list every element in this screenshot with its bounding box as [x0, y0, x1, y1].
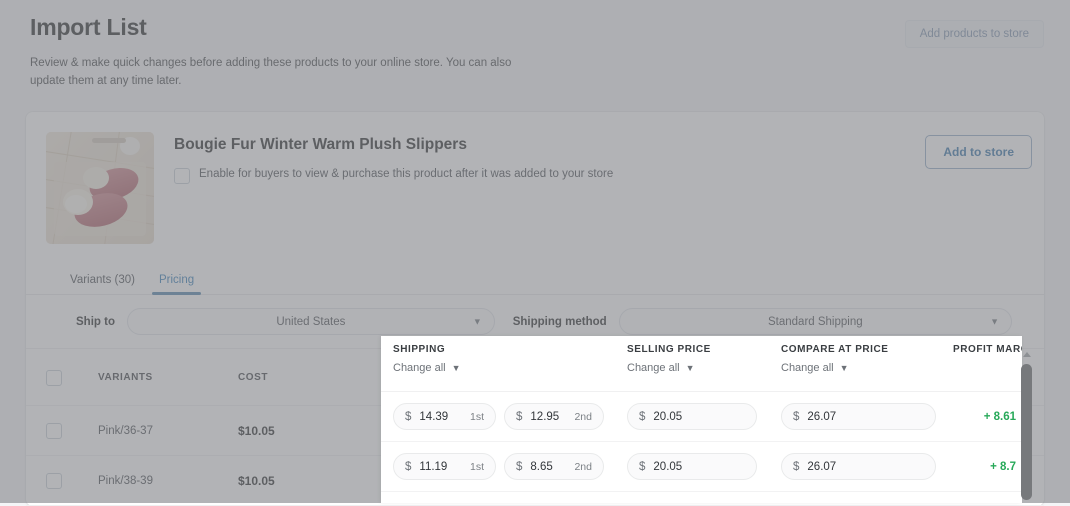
shipping-first-value: 11.19	[419, 460, 448, 473]
shipping-second-value: 8.65	[530, 460, 553, 473]
change-all-shipping[interactable]: Change all ▼	[393, 362, 461, 374]
ship-to-select[interactable]: United States ▼	[126, 308, 495, 335]
selling-price-input[interactable]: $ 20.05	[627, 403, 757, 430]
product-info: Bougie Fur Winter Warm Plush Slippers En…	[154, 132, 1022, 244]
shipping-method-select[interactable]: Standard Shipping ▼	[618, 308, 1012, 335]
change-all-shipping-label: Change all	[393, 362, 446, 374]
shipping-second-input[interactable]: $ 12.95 2nd	[504, 403, 604, 430]
shipping-second-value: 12.95	[530, 410, 560, 423]
profit-margin-value: + 8.7	[990, 460, 1016, 473]
ship-to-label: Ship to	[76, 315, 115, 328]
product-tabs: Variants (30) Pricing	[26, 264, 1044, 295]
product-title: Bougie Fur Winter Warm Plush Slippers	[174, 136, 467, 153]
pricing-columns-panel: SHIPPING Change all ▼ SELLING PRICE Chan…	[381, 336, 1022, 503]
cell-shipping: $ 11.19 1st $ 8.65 2nd	[381, 453, 615, 480]
selling-price-value: 20.05	[653, 410, 683, 423]
change-all-selling-price-label: Change all	[627, 362, 680, 374]
enable-product-label: Enable for buyers to view & purchase thi…	[199, 168, 614, 180]
chevron-down-icon: ▼	[451, 362, 461, 373]
cell-compare-at-price: $ 26.07	[769, 453, 941, 480]
tab-pricing[interactable]: Pricing	[148, 268, 205, 295]
chevron-down-icon: ▼	[472, 316, 482, 326]
cell-profit-margin: + 8.61	[941, 411, 1022, 423]
row-select-cell[interactable]	[46, 422, 98, 439]
row-checkbox[interactable]	[46, 473, 62, 489]
scroll-up-arrow-icon[interactable]	[1023, 352, 1031, 357]
column-selling-price: SELLING PRICE Change all ▼	[615, 344, 769, 391]
change-all-compare-at-price[interactable]: Change all ▼	[781, 362, 849, 374]
page-subtitle: Review & make quick changes before addin…	[30, 57, 512, 87]
row-checkbox[interactable]	[46, 423, 62, 439]
currency-symbol: $	[516, 410, 523, 423]
currency-symbol: $	[516, 460, 523, 473]
product-thumbnail[interactable]	[46, 132, 154, 244]
enable-product-checkbox[interactable]	[174, 168, 190, 184]
currency-symbol: $	[639, 460, 646, 473]
column-header-compare-at-price: COMPARE AT PRICE	[781, 344, 889, 355]
column-header-variants: VARIANTS	[98, 371, 153, 383]
select-all-cell[interactable]	[46, 369, 98, 386]
pricing-row: $ 11.19 1st $ 8.65 2nd $ 20.05 $ 26.07 +…	[381, 442, 1022, 492]
currency-symbol: $	[405, 410, 412, 423]
shipping-second-input[interactable]: $ 8.65 2nd	[504, 453, 604, 480]
tab-variants[interactable]: Variants (30)	[60, 268, 145, 294]
product-header: Bougie Fur Winter Warm Plush Slippers En…	[26, 112, 1044, 244]
cell-selling-price: $ 20.05	[615, 453, 769, 480]
chevron-down-icon: ▼	[839, 362, 849, 373]
enable-product-row[interactable]: Enable for buyers to view & purchase thi…	[174, 167, 1022, 184]
select-all-checkbox[interactable]	[46, 369, 62, 386]
column-shipping: SHIPPING Change all ▼	[381, 344, 615, 391]
column-profit-margin: PROFIT MARGIN	[941, 344, 1022, 391]
row-select-cell[interactable]	[46, 472, 98, 489]
column-compare-at-price: COMPARE AT PRICE Change all ▼	[769, 344, 941, 391]
cell-variant: Pink/36-37	[98, 424, 153, 437]
page-title: Import List	[30, 14, 147, 40]
shipping-second-order-label: 2nd	[574, 410, 592, 423]
cell-compare-at-price: $ 26.07	[769, 403, 941, 430]
shipping-second-order-label: 2nd	[574, 460, 592, 473]
column-header-selling-price: SELLING PRICE	[627, 344, 711, 355]
shipping-first-input[interactable]: $ 14.39 1st	[393, 403, 496, 430]
cell-selling-price: $ 20.05	[615, 403, 769, 430]
profit-margin-value: + 8.61	[983, 410, 1016, 423]
column-header-profit-margin: PROFIT MARGIN	[953, 344, 1022, 355]
compare-at-price-value: 26.07	[807, 460, 837, 473]
add-products-to-store-button[interactable]: Add products to store	[904, 20, 1044, 48]
currency-symbol: $	[793, 410, 800, 423]
shipping-first-order-label: 1st	[469, 460, 484, 473]
currency-symbol: $	[639, 410, 646, 423]
shipping-first-input[interactable]: $ 11.19 1st	[393, 453, 496, 480]
change-all-compare-at-price-label: Change all	[781, 362, 834, 374]
pricing-panel-header: SHIPPING Change all ▼ SELLING PRICE Chan…	[381, 336, 1022, 392]
change-all-selling-price[interactable]: Change all ▼	[627, 362, 695, 374]
compare-at-price-input[interactable]: $ 26.07	[781, 453, 936, 480]
cell-variant: Pink/38-39	[98, 474, 153, 487]
cell-profit-margin: + 8.7	[941, 461, 1022, 473]
currency-symbol: $	[405, 460, 412, 473]
ship-to-value: United States	[276, 315, 346, 328]
chevron-down-icon: ▼	[990, 316, 999, 326]
currency-symbol: $	[793, 460, 800, 473]
shipping-first-order-label: 1st	[469, 410, 484, 423]
shipping-first-value: 14.39	[419, 410, 449, 423]
scrollbar-thumb[interactable]	[1021, 364, 1032, 500]
cell-shipping: $ 14.39 1st $ 12.95 2nd	[381, 403, 615, 430]
chevron-down-icon: ▼	[685, 362, 695, 373]
vertical-scrollbar[interactable]	[1021, 336, 1032, 503]
selling-price-input[interactable]: $ 20.05	[627, 453, 757, 480]
add-to-store-button[interactable]: Add to store	[925, 135, 1032, 169]
column-header-shipping: SHIPPING	[393, 344, 446, 355]
shipping-method-value: Standard Shipping	[768, 315, 863, 328]
product-image	[46, 132, 154, 244]
compare-at-price-value: 26.07	[807, 410, 837, 423]
shipping-method-label: Shipping method	[512, 315, 607, 328]
compare-at-price-input[interactable]: $ 26.07	[781, 403, 936, 430]
selling-price-value: 20.05	[653, 460, 683, 473]
pricing-row: $ 14.39 1st $ 12.95 2nd $ 20.05 $ 26.07 …	[381, 392, 1022, 442]
